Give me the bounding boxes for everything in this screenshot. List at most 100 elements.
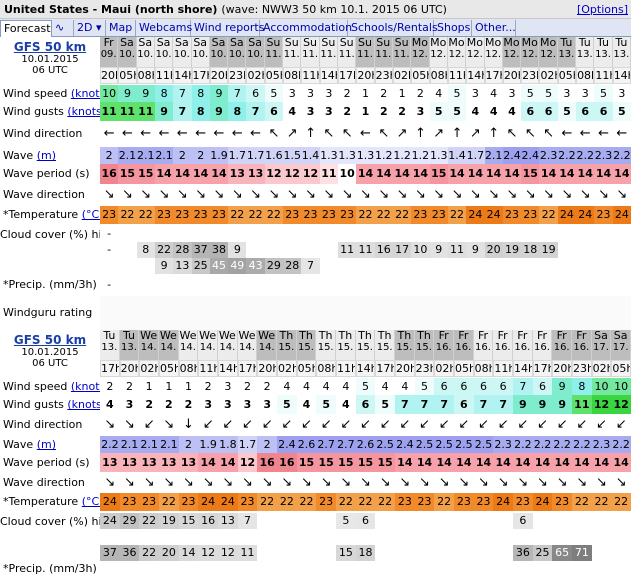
tab-item[interactable]: Schools/Rentals <box>348 20 438 36</box>
hour-cell: 08h <box>316 360 336 377</box>
wave-period-cell: 15 <box>355 453 376 472</box>
options-link[interactable]: [Options] <box>577 3 628 16</box>
day-header: We 14. <box>178 330 199 360</box>
day-name: Fr <box>477 330 489 342</box>
tab-item[interactable]: 2D ▾ <box>74 20 106 36</box>
precip-cell <box>415 561 435 577</box>
wave-direction-cell: ↘ <box>448 184 466 206</box>
unit-link[interactable]: (knots) <box>67 105 100 118</box>
day-header: Tu 13. <box>594 37 613 67</box>
day-name: We <box>218 330 236 342</box>
cloud-cover-cell: 7 <box>237 513 258 529</box>
day-date: 10. <box>155 49 172 60</box>
wind-direction-arrow-icon: ↙ <box>281 417 293 432</box>
row-label-wave: Wave (m) <box>3 149 56 162</box>
tab-item[interactable]: ∿ <box>52 20 74 36</box>
day-header: Th 15. <box>336 330 356 360</box>
unit-link[interactable]: (knots) <box>71 87 100 100</box>
row-label-rating: Windguru rating <box>3 306 93 319</box>
wave-direction-cell: ↘ <box>192 184 210 206</box>
day-name: Mo <box>521 37 538 49</box>
unit-link[interactable]: (m) <box>37 438 56 451</box>
wind-gusts-cell: 6 <box>264 102 284 121</box>
wind-direction-arrow-icon: ← <box>176 126 188 141</box>
cloud-cover-cell: - <box>107 227 112 240</box>
cloud-cover-cell <box>474 529 494 545</box>
wind-speed-cell: 3 <box>218 378 238 395</box>
cloud-cover-cell <box>411 258 429 274</box>
tab-item[interactable]: Other... <box>472 20 516 36</box>
day-header: Mo 12. <box>429 37 448 67</box>
wave-direction-arrow-icon: ↘ <box>163 475 175 490</box>
wave-direction-arrow-icon: ↘ <box>341 187 353 202</box>
day-header: Su 11. <box>374 37 393 67</box>
tab-item[interactable]: Map <box>106 20 136 36</box>
wave-direction-cell: ↘ <box>100 184 118 206</box>
unit-link[interactable]: (knots) <box>67 398 100 411</box>
wave-period-cell: 14 <box>591 453 612 472</box>
hour-cell: 23h <box>572 360 592 377</box>
day-date: 15. <box>298 342 314 353</box>
day-header: Sa 10. <box>173 37 192 67</box>
wind-speed-cell: 7 <box>513 378 533 395</box>
wave-direction-cell: ↘ <box>155 184 173 206</box>
day-header: Th 15. <box>414 330 435 360</box>
hour-cell: 17h <box>100 360 120 377</box>
cloud-cover-cell: 14 <box>178 545 199 561</box>
page-title: United States - Maui (north shore) (wave… <box>4 3 447 16</box>
wave-direction-cell: ↘ <box>466 184 484 206</box>
unit-link[interactable]: (knots) <box>71 380 100 393</box>
day-date: 12. <box>521 49 538 60</box>
model-link[interactable]: GFS 50 km <box>0 333 100 347</box>
day-name: Su <box>321 37 336 49</box>
wind-direction-arrow-icon: ↑ <box>414 126 426 141</box>
wave-direction-arrow-icon: ↘ <box>438 475 450 490</box>
cloud-cover-cell <box>297 529 317 545</box>
wave-direction-arrow-icon: ↘ <box>556 475 568 490</box>
hour-cell: 17h <box>484 67 503 84</box>
tab-item[interactable]: Accommodation <box>260 20 352 36</box>
wave-direction-cell: ↘ <box>375 472 395 493</box>
cloud-cover-cell <box>572 529 592 545</box>
wind-speed-cell: 6 <box>493 378 513 395</box>
unit-link[interactable]: (°C) <box>82 208 100 221</box>
wind-gusts-cell: 4 <box>502 102 522 121</box>
day-name: Tu <box>597 37 610 49</box>
wind-direction-cell: ← <box>118 121 136 147</box>
cloud-cover-cell <box>320 258 338 274</box>
model-link[interactable]: GFS 50 km <box>0 40 100 54</box>
tab-item[interactable]: Webcams <box>136 20 192 36</box>
cloud-cover-cell <box>454 529 474 545</box>
wave-direction-arrow-icon: ↘ <box>286 187 298 202</box>
cloud-cover-cell: 18 <box>355 545 376 561</box>
wave-direction-cell: ↘ <box>139 472 159 493</box>
temperature-cell: 23 <box>319 206 339 224</box>
cloud-cover-cell <box>301 242 319 258</box>
wind-speed-cell: 5 <box>539 85 558 102</box>
day-name: We <box>258 330 276 342</box>
temperature-cell: 24 <box>576 206 595 224</box>
cloud-cover-cell <box>521 226 539 242</box>
wind-gusts-cell: 4 <box>336 395 356 414</box>
day-name: Sa <box>229 37 244 49</box>
precip-cell <box>218 561 238 577</box>
wind-speed-cell: 2 <box>100 378 120 395</box>
cloud-cover-cell <box>375 513 395 529</box>
cloud-cover-cell <box>576 242 594 258</box>
wind-speed-cell: 9 <box>209 85 229 102</box>
tab-item[interactable]: Shops <box>434 20 472 36</box>
wind-direction-cell: ↙ <box>493 414 513 436</box>
temperature-cell: 23 <box>139 493 159 511</box>
unit-link[interactable]: (°C) <box>82 495 100 508</box>
tab-forecast[interactable]: Forecast <box>0 20 52 37</box>
wave-period-cell: 14 <box>612 164 631 184</box>
precip-cell <box>503 274 521 296</box>
cloud-cover-cell <box>218 529 238 545</box>
tab-item[interactable]: Wind reports <box>191 20 264 36</box>
wave-cell: 2.4 <box>395 436 415 453</box>
hour-cell: 23h <box>374 67 393 84</box>
day-name: Tu <box>103 330 116 342</box>
wave-direction-arrow-icon: ↘ <box>616 187 628 202</box>
wave-direction-arrow-icon: ↘ <box>231 187 243 202</box>
unit-link[interactable]: (m) <box>37 149 56 162</box>
